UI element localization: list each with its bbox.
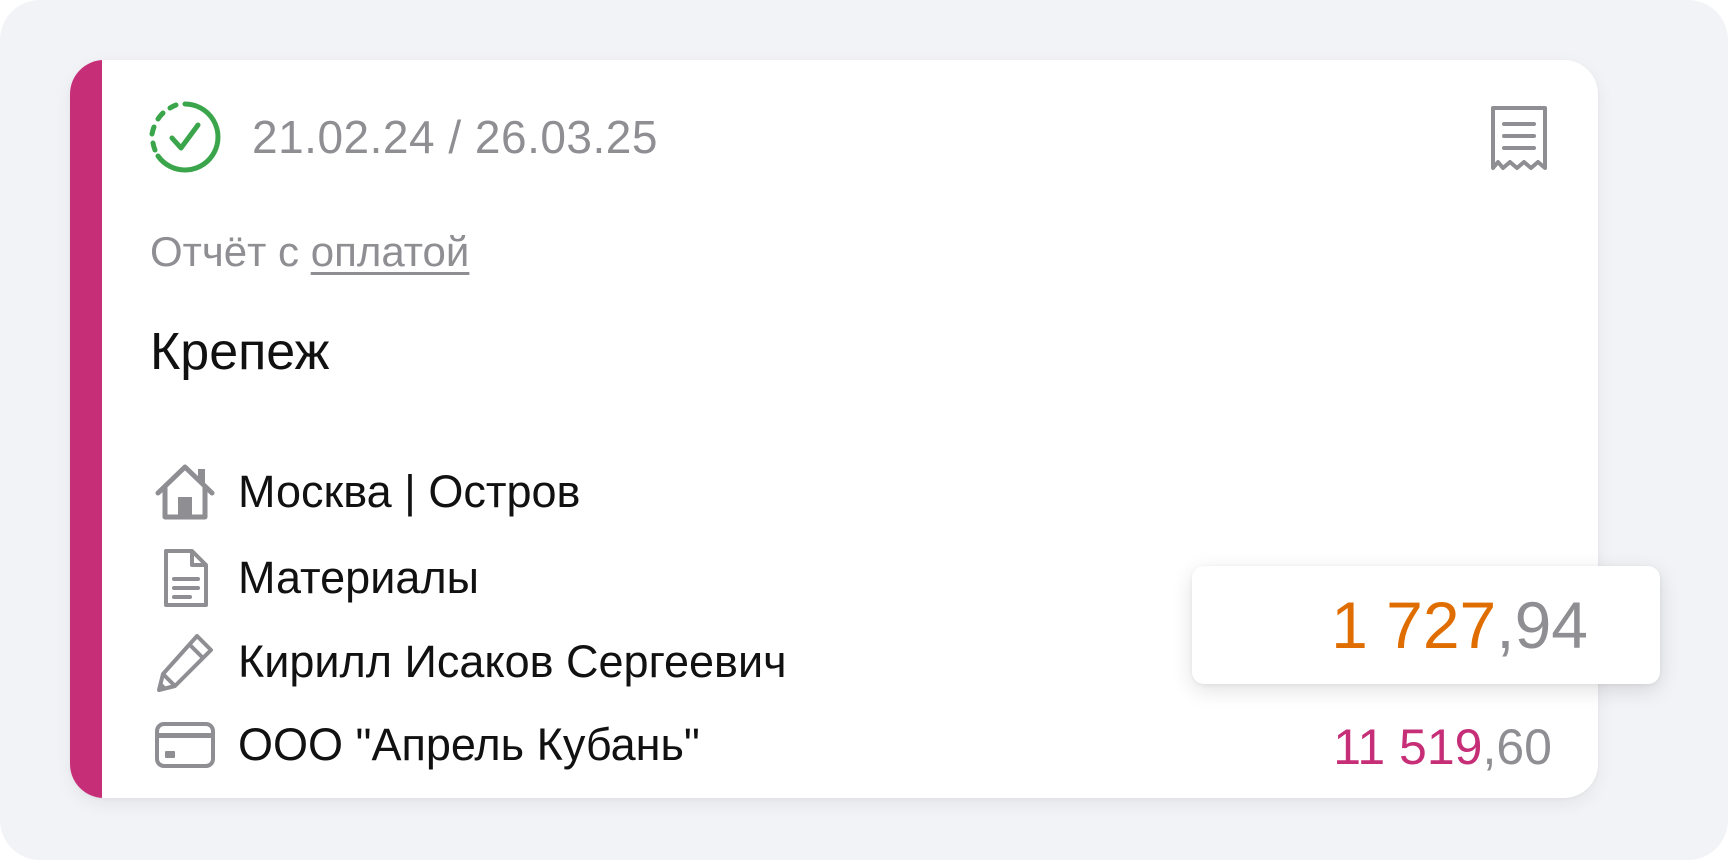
receipt-icon[interactable] (1488, 104, 1550, 174)
organization-text: ООО "Апрель Кубань" (238, 719, 700, 770)
report-card[interactable]: 21.02.24 / 26.03.25 Отчёт с оплатой Креп… (70, 60, 1598, 798)
completed-icon (149, 101, 221, 173)
total-amount: 11 519,60 (1192, 718, 1552, 776)
author-text: Кирилл Исаков Сергеевич (238, 636, 787, 687)
house-icon (150, 457, 220, 527)
card-icon (150, 710, 220, 780)
pencil-icon (150, 627, 220, 697)
amount-tooltip: 1 727,94 (1192, 566, 1660, 684)
location-text: Москва | Остров (238, 466, 581, 517)
category-text: Материалы (238, 552, 479, 603)
background-panel: 21.02.24 / 26.03.25 Отчёт с оплатой Креп… (0, 0, 1728, 860)
category-row: Материалы (150, 543, 479, 613)
tooltip-integer: 1 727 (1331, 588, 1497, 662)
tooltip-fraction: ,94 (1496, 588, 1588, 662)
document-icon (150, 543, 220, 613)
organization-row: ООО "Апрель Кубань" (150, 710, 700, 780)
report-prefix: Отчёт с (150, 228, 311, 275)
card-title: Крепеж (150, 323, 330, 381)
payment-link[interactable]: оплатой (311, 228, 470, 275)
author-row: Кирилл Исаков Сергеевич (150, 627, 787, 697)
total-integer: 11 519 (1333, 719, 1483, 775)
date-range: 21.02.24 / 26.03.25 (252, 111, 658, 163)
report-type: Отчёт с оплатой (150, 228, 469, 276)
status-stripe (70, 60, 102, 798)
location-row: Москва | Остров (150, 457, 580, 527)
total-fraction: ,60 (1482, 719, 1552, 775)
